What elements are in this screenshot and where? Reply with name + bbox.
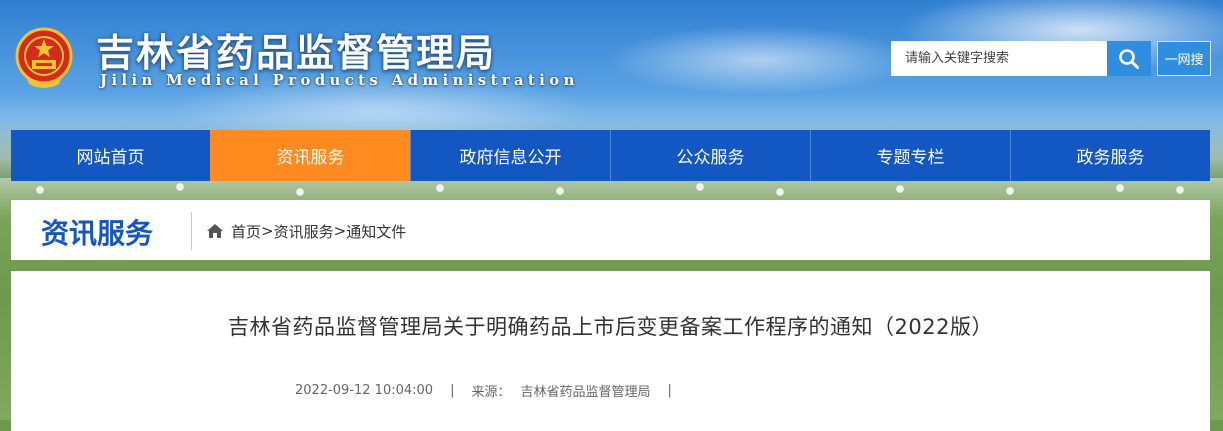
main-nav: 网站首页 资讯服务 政府信息公开 公众服务 专题专栏 政务服务: [11, 130, 1210, 181]
sheep-decoration: [0, 178, 1223, 200]
breadcrumb-separator: >: [261, 222, 274, 240]
article-datetime: 2022-09-12 10:04:00: [295, 383, 434, 398]
section-header: 资讯服务 首页 > 资讯服务 > 通知文件: [11, 200, 1210, 260]
article-source: 吉林省药品监督管理局: [520, 385, 651, 400]
section-title: 资讯服务: [41, 217, 154, 250]
article-panel: 吉林省药品监督管理局关于明确药品上市后变更备案工作程序的通知（2022版） 20…: [11, 271, 1210, 431]
breadcrumb: 首页 > 资讯服务 > 通知文件: [206, 220, 406, 242]
nav-item-special-topics[interactable]: 专题专栏: [810, 130, 1010, 181]
nav-item-news-service[interactable]: 资讯服务: [210, 130, 410, 181]
breadcrumb-home-link[interactable]: 首页: [231, 221, 261, 242]
search-input[interactable]: [891, 41, 1107, 76]
breadcrumb-separator: >: [333, 222, 347, 240]
section-divider: [191, 212, 192, 250]
article-meta: 2022-09-12 10:04:00 | 来源： 吉林省药品监督管理局 |: [295, 381, 689, 400]
meta-separator: |: [450, 383, 455, 398]
nav-item-gov-info[interactable]: 政府信息公开: [410, 130, 610, 181]
site-subtitle: Jilin Medical Products Administration: [100, 71, 579, 89]
national-emblem-icon: [14, 26, 74, 90]
search-icon: [1119, 48, 1139, 69]
one-net-search-button[interactable]: 一网搜: [1157, 41, 1211, 76]
breadcrumb-notices-link[interactable]: 通知文件: [346, 221, 406, 242]
home-icon: [206, 223, 224, 239]
nav-item-public-service[interactable]: 公众服务: [610, 130, 810, 181]
article-source-label: 来源：: [471, 385, 511, 400]
meta-separator: |: [667, 383, 672, 398]
breadcrumb-news-service-link[interactable]: 资讯服务: [274, 221, 334, 242]
site-title: 吉林省药品监督管理局: [96, 30, 497, 75]
nav-item-home[interactable]: 网站首页: [11, 130, 210, 181]
article-title: 吉林省药品监督管理局关于明确药品上市后变更备案工作程序的通知（2022版）: [228, 315, 993, 339]
search-button[interactable]: [1107, 41, 1151, 76]
nav-item-gov-service[interactable]: 政务服务: [1010, 130, 1210, 181]
